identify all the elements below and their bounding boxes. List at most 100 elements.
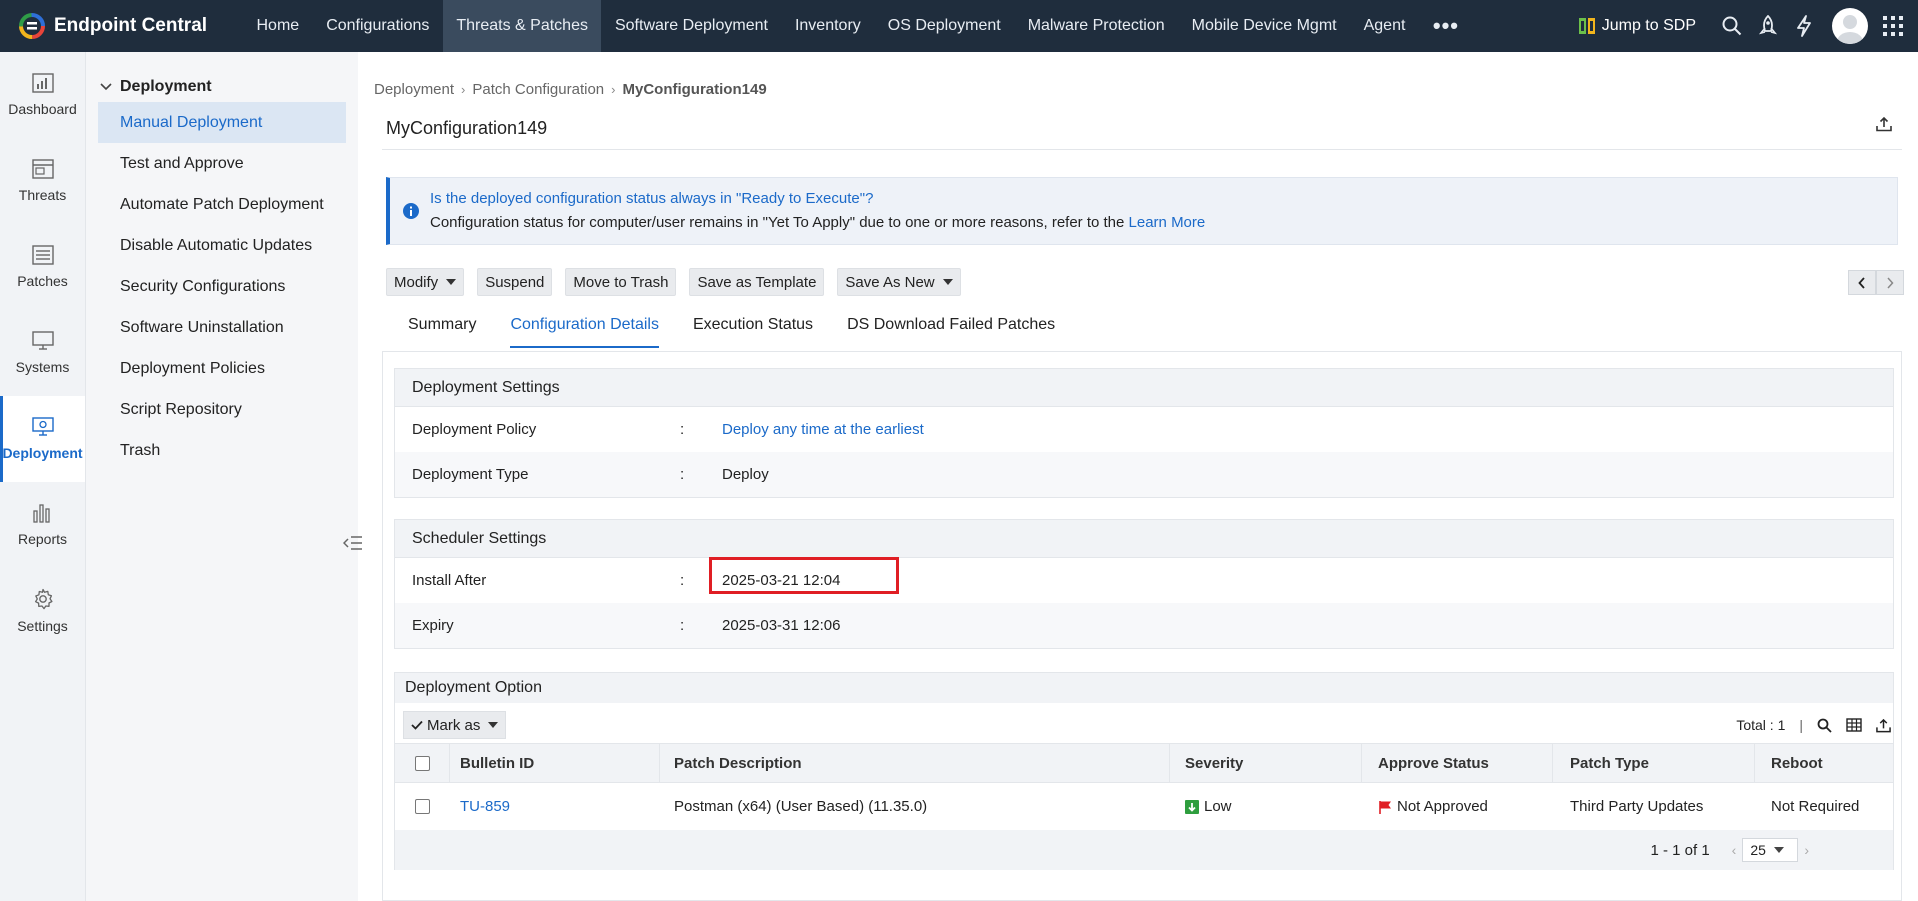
app-grid-icon[interactable] [1882,15,1904,37]
expiry-row: Expiry : 2025-03-31 12:06 [395,603,1893,648]
suspend-button[interactable]: Suspend [477,268,553,296]
nav-mobile-device-mgmt[interactable]: Mobile Device Mgmt [1178,0,1350,52]
rail-dashboard[interactable]: Dashboard [0,52,85,138]
severity-value: Low [1204,798,1232,815]
page-size-select[interactable]: 25 [1742,838,1799,862]
search-icon[interactable] [1817,718,1832,733]
subnav-item-disable-automatic-updates[interactable]: Disable Automatic Updates [98,225,346,266]
previous-page-icon[interactable]: ‹ [1732,842,1737,858]
column-patch-description[interactable]: Patch Description [660,744,1170,782]
nav-inventory[interactable]: Inventory [781,0,874,52]
colon: : [680,421,685,438]
nav-threats-patches[interactable]: Threats & Patches [442,0,602,52]
subnav-item-software-uninstallation[interactable]: Software Uninstallation [98,307,346,348]
chevron-right-icon: › [461,82,466,97]
move-to-trash-button[interactable]: Move to Trash [565,268,677,296]
caret-down-icon [942,279,953,285]
search-icon[interactable] [1721,15,1743,37]
next-record-button[interactable] [1876,270,1904,295]
tab-configuration-details[interactable]: Configuration Details [510,316,659,348]
column-severity[interactable]: Severity [1170,744,1362,782]
column-bulletin-id[interactable]: Bulletin ID [450,744,660,782]
dashboard-icon [31,73,54,93]
endpoint-central-logo-icon [19,13,45,39]
previous-record-button[interactable] [1848,270,1876,295]
select-all-checkbox[interactable] [414,755,430,771]
page-controls: ‹ 25 › [1732,838,1809,862]
lightning-icon[interactable] [1793,15,1815,37]
export-icon[interactable] [1876,116,1892,136]
detail-tabs: Summary Configuration Details Execution … [408,316,1089,348]
column-chooser-icon[interactable] [1846,718,1862,732]
nav-agent[interactable]: Agent [1350,0,1419,52]
row-select-cell [395,783,450,830]
threats-icon [31,159,54,179]
export-icon[interactable] [1876,718,1891,733]
user-avatar[interactable] [1832,8,1868,44]
collapse-sidebar-icon[interactable] [342,532,364,554]
rail-patches[interactable]: Patches [0,224,85,310]
rail-reports[interactable]: Reports [0,482,85,568]
jump-to-sdp-link[interactable]: Jump to SDP [1578,17,1696,35]
info-question-link[interactable]: Is the deployed configuration status alw… [430,190,873,207]
brand[interactable]: Endpoint Central [0,12,243,40]
mark-as-label: Mark as [427,716,481,734]
nav-software-deployment[interactable]: Software Deployment [601,0,781,52]
deployment-policy-link[interactable]: Deploy any time at the earliest [722,421,924,438]
subnav-item-script-repository[interactable]: Script Repository [98,389,346,430]
learn-more-link[interactable]: Learn More [1129,214,1206,231]
subnav-item-test-and-approve[interactable]: Test and Approve [98,143,346,184]
rail-deployment[interactable]: Deployment [0,396,85,482]
deployment-policy-row: Deployment Policy : Deploy any time at t… [395,407,1893,452]
page-title: MyConfiguration149 [386,118,548,138]
rail-threats[interactable]: Threats [0,138,85,224]
info-icon [403,203,419,219]
breadcrumb-patch-configuration[interactable]: Patch Configuration [472,81,604,98]
breadcrumb-deployment[interactable]: Deployment [374,81,454,98]
nav-os-deployment[interactable]: OS Deployment [874,0,1014,52]
expiry-value: 2025-03-31 12:06 [722,617,841,634]
subnav-item-security-configurations[interactable]: Security Configurations [98,266,346,307]
subnav-item-manual-deployment[interactable]: Manual Deployment [98,102,346,143]
nav-home[interactable]: Home [243,0,313,52]
subnav-item-deployment-policies[interactable]: Deployment Policies [98,348,346,389]
column-reboot[interactable]: Reboot [1755,744,1893,782]
nav-malware-protection[interactable]: Malware Protection [1014,0,1178,52]
rail-settings[interactable]: Settings [0,568,85,654]
rocket-icon[interactable] [1757,15,1779,37]
subnav-item-automate-patch-deployment[interactable]: Automate Patch Deployment [98,184,346,225]
subnav-heading[interactable]: Deployment [86,52,358,100]
breadcrumb: Deployment › Patch Configuration › MyCon… [374,81,767,98]
page-size-value: 25 [1750,842,1766,858]
tab-summary[interactable]: Summary [408,316,476,348]
deployment-type-row: Deployment Type : Deploy [395,452,1893,497]
column-patch-type[interactable]: Patch Type [1553,744,1755,782]
next-page-icon[interactable]: › [1804,842,1809,858]
subnav-item-trash[interactable]: Trash [98,430,346,471]
record-pager [1848,270,1904,295]
modify-dropdown-button[interactable]: Modify [386,268,465,296]
column-approve-status[interactable]: Approve Status [1362,744,1553,782]
row-checkbox[interactable] [415,799,430,814]
install-after-label: Install After [412,572,487,589]
brand-name: Endpoint Central [54,15,208,36]
save-as-template-button[interactable]: Save as Template [689,268,825,296]
top-bar: Endpoint Central Home Configurations Thr… [0,0,1918,52]
nav-configurations[interactable]: Configurations [313,0,443,52]
tab-ds-download-failed-patches[interactable]: DS Download Failed Patches [847,316,1055,348]
more-menu-icon[interactable]: ••• [1419,0,1473,52]
main-content: Deployment › Patch Configuration › MyCon… [374,52,1918,901]
tab-execution-status[interactable]: Execution Status [693,316,813,348]
save-as-new-dropdown-button[interactable]: Save As New [837,268,961,296]
main-nav: Home Configurations Threats & Patches So… [243,0,1473,52]
bulletin-id-link[interactable]: TU-859 [460,798,510,815]
gear-icon [34,588,53,610]
bulletin-id-cell: TU-859 [450,783,660,830]
rail-systems[interactable]: Systems [0,310,85,396]
rail-reports-label: Reports [17,531,68,547]
patch-description-cell: Postman (x64) (User Based) (11.35.0) [674,798,928,815]
title-divider [382,149,1902,150]
mark-as-dropdown-button[interactable]: Mark as [403,711,507,739]
scheduler-settings-section: Scheduler Settings Install After : 2025-… [394,519,1894,649]
install-after-value-wrap: 2025-03-21 12:04 [709,557,899,594]
